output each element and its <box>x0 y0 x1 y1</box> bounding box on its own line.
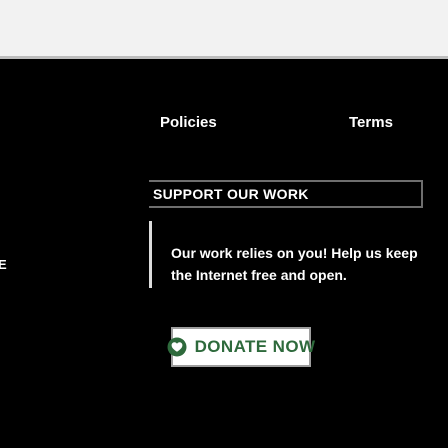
donate-button-label: DONATE NOW <box>194 337 316 356</box>
top-strip-shadow <box>0 56 448 59</box>
policies-link[interactable]: Policies <box>160 114 217 132</box>
support-description: Our work relies on you! Help us keep the… <box>171 245 418 283</box>
support-heading: SUPPORT OUR WORK <box>149 180 423 208</box>
donate-button[interactable]: DONATE NOW <box>167 327 315 367</box>
heart-icon <box>167 337 187 357</box>
top-strip <box>0 0 448 56</box>
clipped-left-text: E <box>0 257 7 272</box>
panel-divider <box>149 221 152 288</box>
terms-link[interactable]: Terms <box>349 114 393 132</box>
